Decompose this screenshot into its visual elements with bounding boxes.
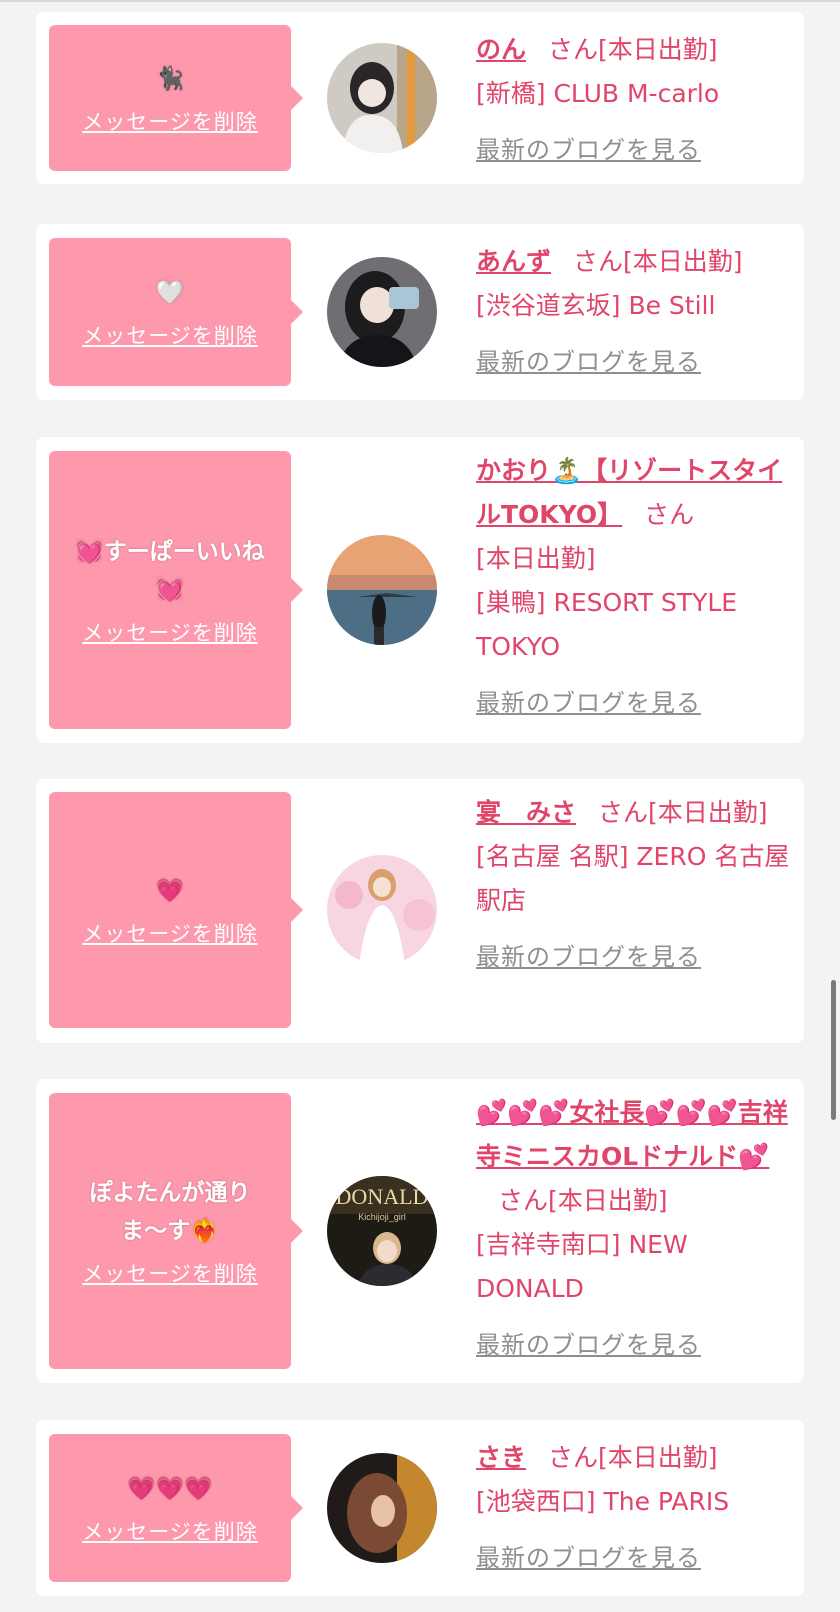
attendance-status: [本日出勤]	[548, 1186, 668, 1215]
message-text: 🐈‍⬛	[155, 66, 185, 92]
shop-name: [名古屋 名駅] ZERO 名古屋駅店	[476, 842, 790, 915]
cast-name-link[interactable]: あんず	[476, 247, 551, 276]
shop-name: [巣鴨] RESORT STYLE TOKYO	[476, 588, 738, 661]
scrollbar[interactable]	[831, 980, 836, 1120]
message-card: 🤍 メッセージを削除 あんず さん[本日出勤] [渋谷道玄坂] Be Still …	[36, 224, 804, 400]
honorific: さん	[644, 500, 695, 529]
message-text: 💗	[155, 878, 185, 904]
avatar[interactable]	[327, 257, 437, 367]
honorific: さん	[498, 1186, 549, 1215]
message-bubble: 🤍 メッセージを削除	[49, 238, 303, 386]
delete-message-link[interactable]: メッセージを削除	[82, 617, 258, 647]
attendance-status: [本日出勤]	[598, 1443, 718, 1472]
top-divider	[0, 0, 840, 2]
blog-link[interactable]: 最新のブログを見る	[476, 128, 794, 172]
attendance-status: [本日出勤]	[623, 247, 743, 276]
avatar[interactable]	[327, 43, 437, 153]
message-text: 💗💗💗	[127, 1476, 213, 1502]
attendance-status: [本日出勤]	[648, 798, 768, 827]
cast-info: 💕💕💕女社長💕💕💕吉祥寺ミニスカOLドナルド💕 さん[本日出勤] [吉祥寺南口] …	[476, 1091, 794, 1367]
message-bubble: 🐈‍⬛ メッセージを削除	[49, 25, 303, 171]
message-card: 💗 メッセージを削除 宴 みさ さん[本日出勤] [名古屋 名駅] ZERO 名古…	[36, 779, 804, 1043]
avatar-sign-text: DONALD	[336, 1184, 429, 1209]
cast-name-link[interactable]: のん	[476, 35, 526, 64]
cast-info: のん さん[本日出勤] [新橋] CLUB M-carlo 最新のブログを見る	[476, 28, 794, 172]
blog-link[interactable]: 最新のブログを見る	[476, 340, 794, 384]
message-text: 🤍	[155, 280, 185, 306]
attendance-status: [本日出勤]	[598, 35, 718, 64]
message-bubble: 💓すーぱーいいね💓 メッセージを削除	[49, 451, 303, 729]
message-bubble: ぽよたんが通りま〜す❤️‍🔥 メッセージを削除	[49, 1093, 303, 1369]
cast-name-link[interactable]: 宴 みさ	[476, 798, 576, 827]
avatar-sign-subtext: Kichijoji_girl	[358, 1212, 406, 1222]
blog-link[interactable]: 最新のブログを見る	[476, 1536, 794, 1580]
message-bubble: 💗💗💗 メッセージを削除	[49, 1434, 303, 1582]
message-bubble: 💗 メッセージを削除	[49, 792, 303, 1028]
delete-message-link[interactable]: メッセージを削除	[82, 1258, 258, 1288]
message-text: ぽよたんが通りま〜す❤️‍🔥	[89, 1180, 251, 1244]
message-card: 💓すーぱーいいね💓 メッセージを削除 かおり🏝️【リゾートスタイルTOKYO】さ…	[36, 437, 804, 743]
cast-name-link[interactable]: 💕💕💕女社長💕💕💕吉祥寺ミニスカOLドナルド💕	[476, 1098, 788, 1171]
message-text: 💓すーぱーいいね💓	[75, 539, 265, 603]
honorific: さん	[573, 247, 624, 276]
cast-name-link[interactable]: かおり🏝️【リゾートスタイルTOKYO】	[476, 456, 782, 529]
cast-info: あんず さん[本日出勤] [渋谷道玄坂] Be Still 最新のブログを見る	[476, 240, 794, 384]
message-card: ぽよたんが通りま〜す❤️‍🔥 メッセージを削除 DONALD Kichijoji…	[36, 1079, 804, 1383]
blog-link[interactable]: 最新のブログを見る	[476, 935, 794, 979]
message-card: 💗💗💗 メッセージを削除 さき さん[本日出勤] [池袋西口] The PARIS…	[36, 1420, 804, 1596]
cast-info: さき さん[本日出勤] [池袋西口] The PARIS 最新のブログを見る	[476, 1436, 794, 1580]
message-card: 🐈‍⬛ メッセージを削除 のん さん[本日出勤] [新橋] CLUB M-carl…	[36, 12, 804, 184]
cast-name-link[interactable]: さき	[476, 1443, 526, 1472]
shop-name: [新橋] CLUB M-carlo	[476, 79, 720, 108]
avatar[interactable]	[327, 855, 437, 965]
blog-link[interactable]: 最新のブログを見る	[476, 1323, 794, 1367]
delete-message-link[interactable]: メッセージを削除	[82, 1516, 258, 1546]
avatar[interactable]	[327, 1453, 437, 1563]
delete-message-link[interactable]: メッセージを削除	[82, 106, 258, 136]
shop-name: [渋谷道玄坂] Be Still	[476, 291, 716, 320]
shop-name: [吉祥寺南口] NEW DONALD	[476, 1230, 688, 1303]
cast-info: 宴 みさ さん[本日出勤] [名古屋 名駅] ZERO 名古屋駅店 最新のブログを…	[476, 791, 794, 979]
attendance-status: [本日出勤]	[476, 544, 596, 573]
delete-message-link[interactable]: メッセージを削除	[82, 320, 258, 350]
honorific: さん	[598, 798, 649, 827]
avatar[interactable]: DONALD Kichijoji_girl	[327, 1176, 437, 1286]
delete-message-link[interactable]: メッセージを削除	[82, 918, 258, 948]
honorific: さん	[548, 35, 599, 64]
avatar[interactable]	[327, 535, 437, 645]
shop-name: [池袋西口] The PARIS	[476, 1487, 730, 1516]
cast-info: かおり🏝️【リゾートスタイルTOKYO】 さん [本日出勤] [巣鴨] RESORT…	[476, 449, 794, 725]
blog-link[interactable]: 最新のブログを見る	[476, 681, 794, 725]
honorific: さん	[548, 1443, 599, 1472]
